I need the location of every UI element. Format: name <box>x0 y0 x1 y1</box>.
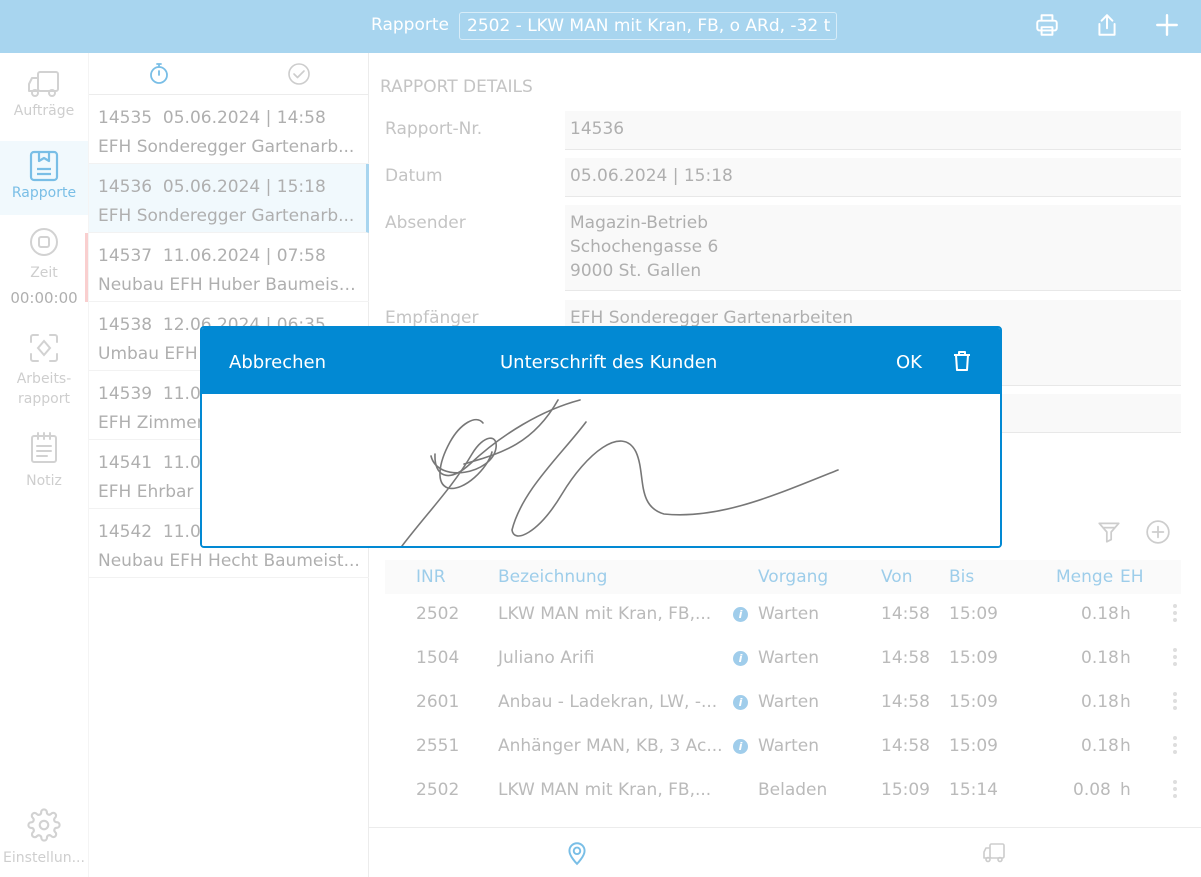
ok-button[interactable]: OK <box>896 352 922 373</box>
cancel-button[interactable]: Abbrechen <box>229 352 326 373</box>
trash-icon[interactable] <box>950 349 974 373</box>
dialog-header: Abbrechen Unterschrift des Kunden OK <box>202 328 1000 394</box>
signature-pad[interactable] <box>202 394 1000 546</box>
signature-drawing <box>401 399 839 546</box>
signature-dialog: Abbrechen Unterschrift des Kunden OK <box>200 326 1002 548</box>
dialog-title: Unterschrift des Kunden <box>500 352 718 373</box>
